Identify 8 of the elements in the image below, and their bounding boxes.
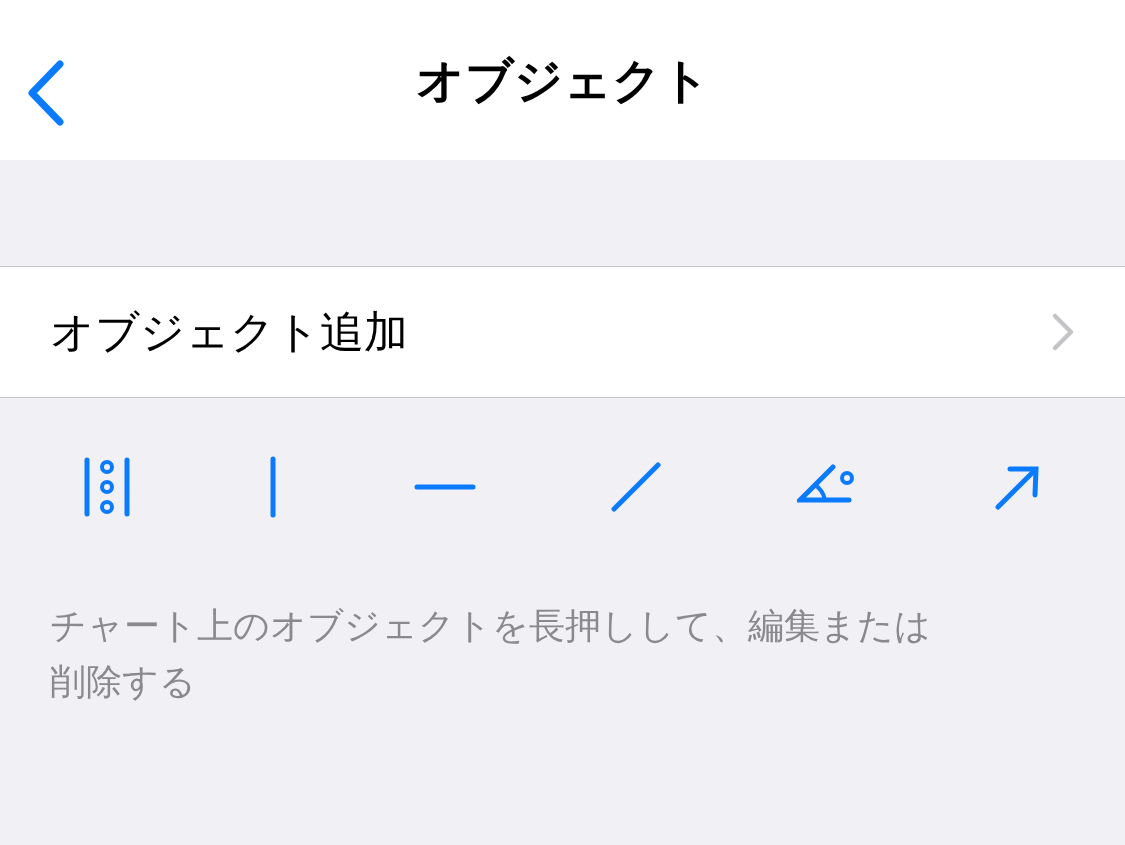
diagonal-line-icon[interactable]	[611, 462, 662, 512]
back-icon[interactable]	[26, 60, 66, 126]
hint-text: チャート上のオブジェクトを長押しして、編集または削除する	[50, 604, 932, 704]
add-object-row[interactable]: オブジェクト追加	[0, 266, 1125, 398]
channel-lines-icon[interactable]	[82, 457, 132, 517]
chevron-icon	[1051, 312, 1075, 352]
horizontal-line-icon[interactable]	[413, 482, 476, 492]
page-title: オブジェクト	[415, 51, 710, 110]
